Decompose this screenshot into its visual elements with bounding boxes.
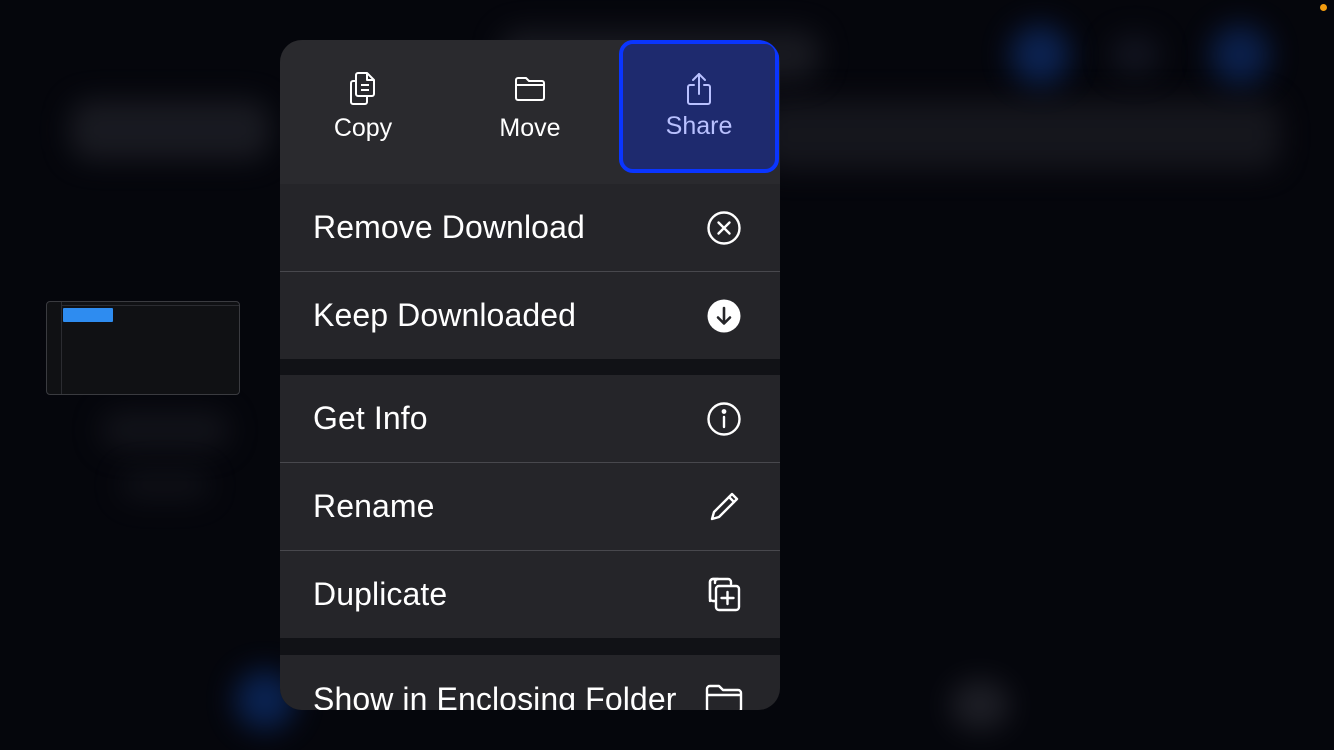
remove-download-item[interactable]: Remove Download: [280, 184, 780, 271]
rename-item[interactable]: Rename: [280, 462, 780, 550]
screen: Copy Move Share Remove Download Keep Dow…: [0, 0, 1334, 750]
share-icon: [683, 72, 715, 106]
arrow-down-circle-fill-icon: [704, 296, 744, 336]
info-circle-icon: [704, 399, 744, 439]
menu-item-label: Get Info: [313, 400, 428, 436]
thumbnail-sidebar: [47, 302, 62, 394]
background-blur: [950, 680, 1010, 730]
pencil-icon: [704, 487, 744, 527]
thumbnail-selected-cell: [63, 308, 113, 322]
menu-group-location: Show in Enclosing Folder: [280, 655, 780, 710]
background-blur: [760, 100, 1280, 170]
background-blur: [1210, 25, 1270, 85]
background-blur: [100, 410, 230, 450]
status-indicator-dot: [1320, 4, 1327, 11]
folder-icon: [514, 72, 546, 106]
plus-square-on-square-icon: [704, 575, 744, 615]
folder-icon: [704, 679, 744, 710]
background-blur: [120, 470, 210, 500]
doc-on-doc-icon: [347, 72, 379, 106]
keep-downloaded-item[interactable]: Keep Downloaded: [280, 271, 780, 359]
copy-button[interactable]: Copy: [280, 40, 446, 184]
share-button[interactable]: Share: [619, 40, 779, 173]
background-blur: [1010, 25, 1070, 85]
duplicate-item[interactable]: Duplicate: [280, 550, 780, 638]
quick-actions-row: Copy Move Share: [280, 40, 780, 184]
move-button[interactable]: Move: [447, 40, 613, 184]
thumbnail-divider: [61, 305, 239, 306]
copy-label: Copy: [333, 114, 393, 142]
menu-item-label: Keep Downloaded: [313, 297, 577, 333]
show-in-enclosing-folder-item[interactable]: Show in Enclosing Folder: [280, 655, 780, 710]
file-preview-thumbnail: [46, 301, 240, 395]
share-label: Share: [665, 112, 733, 140]
menu-item-label: Show in Enclosing Folder: [313, 680, 677, 711]
get-info-item[interactable]: Get Info: [280, 375, 780, 462]
background-blur: [1110, 35, 1160, 75]
menu-item-label: Remove Download: [313, 209, 585, 245]
xmark-circle-icon: [704, 208, 744, 248]
menu-group-file: Get Info Rename Duplicate: [280, 375, 780, 638]
menu-group-download: Remove Download Keep Downloaded: [280, 184, 780, 359]
menu-item-label: Rename: [313, 488, 435, 524]
context-menu: Copy Move Share Remove Download Keep Dow…: [280, 40, 780, 710]
menu-item-label: Duplicate: [313, 576, 448, 612]
move-label: Move: [499, 114, 561, 142]
background-blur: [70, 100, 270, 160]
